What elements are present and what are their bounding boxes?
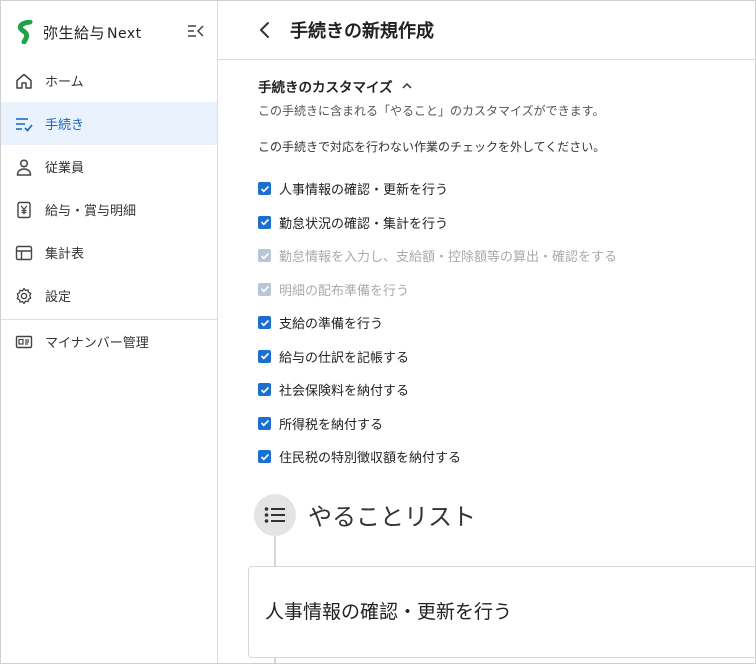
task-checkbox-row: 明細の配布準備を行う bbox=[258, 273, 617, 307]
customize-instruction: この手続きで対応を行わない作業のチェックを外してください。 bbox=[258, 140, 606, 154]
task-label: 社会保険料を納付する bbox=[279, 384, 410, 400]
app-name: 弥生給与 Next bbox=[43, 23, 142, 42]
page-header: 手続きの新規作成 bbox=[218, 1, 755, 60]
sidebar-item-label: 手続き bbox=[45, 118, 85, 133]
task-label: 支給の準備を行う bbox=[279, 317, 384, 333]
customize-description: この手続きに含まれる「やること」のカスタマイズができます。 bbox=[258, 104, 605, 118]
yayoi-logo-icon bbox=[17, 20, 33, 44]
todo-card[interactable]: 人事情報の確認・更新を行う bbox=[248, 566, 755, 658]
sidebar-item-my-number[interactable]: マイナンバー管理 bbox=[1, 320, 217, 363]
sidebar-item-employees[interactable]: 従業員 bbox=[1, 145, 217, 188]
customize-section-toggle[interactable]: 手続きのカスタマイズ bbox=[258, 76, 413, 96]
task-checkbox-row[interactable]: 社会保険料を納付する bbox=[258, 373, 617, 407]
task-list-icon bbox=[14, 114, 34, 134]
checkbox-checked-icon[interactable] bbox=[258, 182, 271, 196]
id-card-icon bbox=[14, 332, 34, 352]
list-icon bbox=[254, 494, 296, 536]
chevron-up-icon bbox=[402, 82, 412, 89]
task-checkbox-row[interactable]: 支給の準備を行う bbox=[258, 306, 617, 340]
task-label: 住民税の特別徴収額を納付する bbox=[279, 451, 462, 467]
sidebar-item-home[interactable]: ホーム bbox=[1, 59, 217, 102]
task-label: 所得税を納付する bbox=[279, 417, 384, 433]
collapse-sidebar-icon[interactable] bbox=[187, 23, 205, 39]
task-checkbox-row[interactable]: 勤怠状況の確認・集計を行う bbox=[258, 206, 617, 240]
sidebar-item-label: 従業員 bbox=[45, 161, 85, 176]
customize-title: 手続きのカスタマイズ bbox=[258, 80, 393, 96]
sidebar-item-label: 給与・賞与明細 bbox=[45, 204, 137, 219]
sidebar-item-label: 設定 bbox=[45, 290, 72, 305]
back-arrow-icon[interactable] bbox=[258, 20, 272, 40]
home-icon bbox=[14, 71, 34, 91]
checkbox-checked-icon[interactable] bbox=[258, 450, 271, 464]
task-checkbox-row[interactable]: 住民税の特別徴収額を納付する bbox=[258, 440, 617, 474]
sidebar-item-summary-table[interactable]: 集計表 bbox=[1, 231, 217, 274]
sidebar-item-label: ホーム bbox=[45, 75, 84, 90]
checkbox-checked-disabled-icon bbox=[258, 282, 271, 296]
todo-list-title: やることリスト bbox=[308, 503, 476, 531]
app-window: 弥生給与 Next ホーム 手続き 従業員 給与・賞与明細 集計表 設定 マイナ… bbox=[0, 0, 756, 664]
sidebar-item-payslips[interactable]: 給与・賞与明細 bbox=[1, 188, 217, 231]
task-checkbox-row[interactable]: 人事情報の確認・更新を行う bbox=[258, 172, 617, 206]
checkbox-checked-icon[interactable] bbox=[258, 416, 271, 430]
checkbox-checked-disabled-icon bbox=[258, 249, 271, 263]
checkbox-checked-icon[interactable] bbox=[258, 215, 271, 229]
gear-icon bbox=[14, 286, 34, 306]
task-label: 人事情報の確認・更新を行う bbox=[279, 183, 449, 199]
task-checkbox-row[interactable]: 給与の仕訳を記帳する bbox=[258, 340, 617, 374]
task-label: 勤怠情報を入力し、支給額・控除額等の算出・確認をする bbox=[279, 250, 618, 266]
checkbox-checked-icon[interactable] bbox=[258, 349, 271, 363]
brand[interactable]: 弥生給与 Next bbox=[15, 19, 142, 45]
main-content: 手続きのカスタマイズ この手続きに含まれる「やること」のカスタマイズができます。… bbox=[218, 60, 755, 663]
sidebar-item-label: 集計表 bbox=[45, 247, 85, 262]
task-checklist: 人事情報の確認・更新を行う 勤怠状況の確認・集計を行う 勤怠情報を入力し、支給額… bbox=[258, 172, 617, 474]
table-icon bbox=[14, 243, 34, 263]
sidebar-item-procedures[interactable]: 手続き bbox=[1, 102, 217, 145]
task-checkbox-row[interactable]: 所得税を納付する bbox=[258, 407, 617, 441]
sidebar-item-label: マイナンバー管理 bbox=[45, 336, 149, 351]
person-icon bbox=[14, 157, 34, 177]
sidebar-item-settings[interactable]: 設定 bbox=[1, 274, 217, 317]
task-label: 明細の配布準備を行う bbox=[279, 283, 410, 299]
checkbox-checked-icon[interactable] bbox=[258, 383, 271, 397]
page-title: 手続きの新規作成 bbox=[290, 21, 434, 42]
sidebar-nav: ホーム 手続き 従業員 給与・賞与明細 集計表 設定 マイナンバー管理 bbox=[1, 59, 217, 363]
task-checkbox-row: 勤怠情報を入力し、支給額・控除額等の算出・確認をする bbox=[258, 239, 617, 273]
sidebar: 弥生給与 Next ホーム 手続き 従業員 給与・賞与明細 集計表 設定 マイナ… bbox=[1, 1, 218, 663]
checkbox-checked-icon[interactable] bbox=[258, 316, 271, 330]
yen-document-icon bbox=[14, 200, 34, 220]
task-label: 勤怠状況の確認・集計を行う bbox=[279, 216, 449, 232]
task-label: 給与の仕訳を記帳する bbox=[279, 350, 410, 366]
todo-card-title: 人事情報の確認・更新を行う bbox=[265, 601, 513, 623]
